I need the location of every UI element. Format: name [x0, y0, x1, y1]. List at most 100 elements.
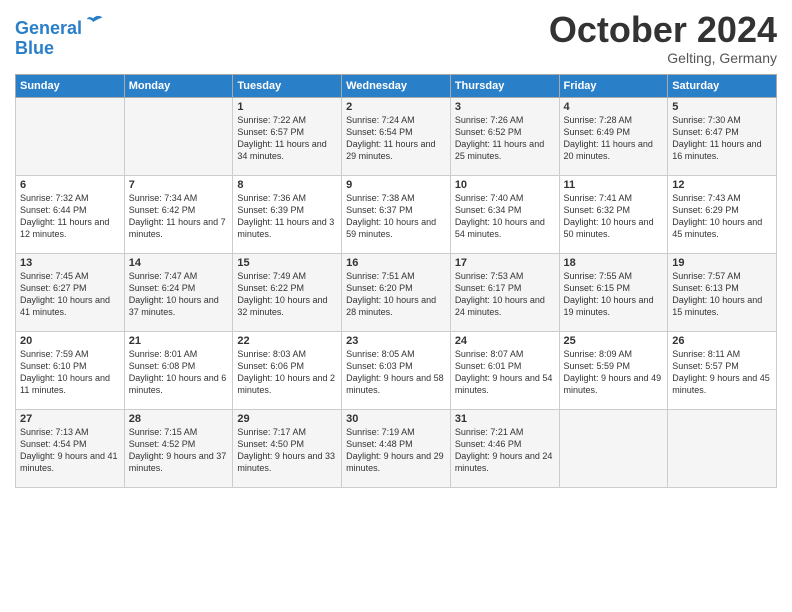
day-number: 5: [672, 101, 772, 113]
week-row-1: 6Sunrise: 7:32 AM Sunset: 6:44 PM Daylig…: [16, 175, 777, 253]
day-number: 30: [346, 413, 446, 425]
day-number: 28: [129, 413, 229, 425]
calendar-cell: 23Sunrise: 8:05 AM Sunset: 6:03 PM Dayli…: [342, 331, 451, 409]
calendar-cell: 26Sunrise: 8:11 AM Sunset: 5:57 PM Dayli…: [668, 331, 777, 409]
week-row-2: 13Sunrise: 7:45 AM Sunset: 6:27 PM Dayli…: [16, 253, 777, 331]
calendar-cell: 15Sunrise: 7:49 AM Sunset: 6:22 PM Dayli…: [233, 253, 342, 331]
header-row: Sunday Monday Tuesday Wednesday Thursday…: [16, 74, 777, 97]
calendar-cell: [668, 409, 777, 487]
calendar-cell: 18Sunrise: 7:55 AM Sunset: 6:15 PM Dayli…: [559, 253, 668, 331]
day-info: Sunrise: 8:09 AM Sunset: 5:59 PM Dayligh…: [564, 348, 664, 397]
col-saturday: Saturday: [668, 74, 777, 97]
day-number: 22: [237, 335, 337, 347]
calendar-cell: 28Sunrise: 7:15 AM Sunset: 4:52 PM Dayli…: [124, 409, 233, 487]
day-info: Sunrise: 7:32 AM Sunset: 6:44 PM Dayligh…: [20, 192, 120, 241]
calendar-cell: 5Sunrise: 7:30 AM Sunset: 6:47 PM Daylig…: [668, 97, 777, 175]
week-row-4: 27Sunrise: 7:13 AM Sunset: 4:54 PM Dayli…: [16, 409, 777, 487]
logo: General Blue: [15, 14, 106, 59]
logo-bird-icon: [84, 12, 106, 34]
day-number: 25: [564, 335, 664, 347]
day-info: Sunrise: 7:51 AM Sunset: 6:20 PM Dayligh…: [346, 270, 446, 319]
calendar-cell: 11Sunrise: 7:41 AM Sunset: 6:32 PM Dayli…: [559, 175, 668, 253]
day-info: Sunrise: 8:01 AM Sunset: 6:08 PM Dayligh…: [129, 348, 229, 397]
day-number: 13: [20, 257, 120, 269]
calendar-cell: 10Sunrise: 7:40 AM Sunset: 6:34 PM Dayli…: [450, 175, 559, 253]
page: General Blue October 2024 Gelting, Germa…: [0, 0, 792, 612]
day-info: Sunrise: 7:30 AM Sunset: 6:47 PM Dayligh…: [672, 114, 772, 163]
day-number: 10: [455, 179, 555, 191]
day-info: Sunrise: 8:03 AM Sunset: 6:06 PM Dayligh…: [237, 348, 337, 397]
day-info: Sunrise: 7:45 AM Sunset: 6:27 PM Dayligh…: [20, 270, 120, 319]
day-number: 23: [346, 335, 446, 347]
col-tuesday: Tuesday: [233, 74, 342, 97]
calendar-cell: 31Sunrise: 7:21 AM Sunset: 4:46 PM Dayli…: [450, 409, 559, 487]
day-number: 21: [129, 335, 229, 347]
day-info: Sunrise: 7:13 AM Sunset: 4:54 PM Dayligh…: [20, 426, 120, 475]
week-row-0: 1Sunrise: 7:22 AM Sunset: 6:57 PM Daylig…: [16, 97, 777, 175]
day-info: Sunrise: 7:40 AM Sunset: 6:34 PM Dayligh…: [455, 192, 555, 241]
day-info: Sunrise: 7:26 AM Sunset: 6:52 PM Dayligh…: [455, 114, 555, 163]
calendar-cell: [16, 97, 125, 175]
location-subtitle: Gelting, Germany: [549, 50, 777, 66]
calendar-cell: 8Sunrise: 7:36 AM Sunset: 6:39 PM Daylig…: [233, 175, 342, 253]
calendar-cell: 25Sunrise: 8:09 AM Sunset: 5:59 PM Dayli…: [559, 331, 668, 409]
day-number: 24: [455, 335, 555, 347]
day-number: 16: [346, 257, 446, 269]
day-number: 26: [672, 335, 772, 347]
day-number: 15: [237, 257, 337, 269]
calendar-cell: 14Sunrise: 7:47 AM Sunset: 6:24 PM Dayli…: [124, 253, 233, 331]
calendar-cell: 22Sunrise: 8:03 AM Sunset: 6:06 PM Dayli…: [233, 331, 342, 409]
calendar-cell: 16Sunrise: 7:51 AM Sunset: 6:20 PM Dayli…: [342, 253, 451, 331]
day-info: Sunrise: 8:05 AM Sunset: 6:03 PM Dayligh…: [346, 348, 446, 397]
calendar-cell: 12Sunrise: 7:43 AM Sunset: 6:29 PM Dayli…: [668, 175, 777, 253]
day-info: Sunrise: 7:59 AM Sunset: 6:10 PM Dayligh…: [20, 348, 120, 397]
col-sunday: Sunday: [16, 74, 125, 97]
title-block: October 2024 Gelting, Germany: [549, 10, 777, 66]
day-info: Sunrise: 7:57 AM Sunset: 6:13 PM Dayligh…: [672, 270, 772, 319]
day-number: 27: [20, 413, 120, 425]
calendar-cell: 13Sunrise: 7:45 AM Sunset: 6:27 PM Dayli…: [16, 253, 125, 331]
day-number: 4: [564, 101, 664, 113]
day-number: 31: [455, 413, 555, 425]
day-info: Sunrise: 7:28 AM Sunset: 6:49 PM Dayligh…: [564, 114, 664, 163]
calendar-cell: [559, 409, 668, 487]
day-info: Sunrise: 8:11 AM Sunset: 5:57 PM Dayligh…: [672, 348, 772, 397]
day-number: 17: [455, 257, 555, 269]
calendar-cell: 20Sunrise: 7:59 AM Sunset: 6:10 PM Dayli…: [16, 331, 125, 409]
day-info: Sunrise: 7:34 AM Sunset: 6:42 PM Dayligh…: [129, 192, 229, 241]
col-friday: Friday: [559, 74, 668, 97]
day-info: Sunrise: 7:38 AM Sunset: 6:37 PM Dayligh…: [346, 192, 446, 241]
calendar-cell: 4Sunrise: 7:28 AM Sunset: 6:49 PM Daylig…: [559, 97, 668, 175]
day-info: Sunrise: 7:15 AM Sunset: 4:52 PM Dayligh…: [129, 426, 229, 475]
calendar-cell: 6Sunrise: 7:32 AM Sunset: 6:44 PM Daylig…: [16, 175, 125, 253]
calendar-cell: 9Sunrise: 7:38 AM Sunset: 6:37 PM Daylig…: [342, 175, 451, 253]
day-number: 12: [672, 179, 772, 191]
day-number: 9: [346, 179, 446, 191]
day-number: 7: [129, 179, 229, 191]
calendar-cell: 29Sunrise: 7:17 AM Sunset: 4:50 PM Dayli…: [233, 409, 342, 487]
logo-general: General: [15, 18, 82, 38]
calendar-cell: 30Sunrise: 7:19 AM Sunset: 4:48 PM Dayli…: [342, 409, 451, 487]
week-row-3: 20Sunrise: 7:59 AM Sunset: 6:10 PM Dayli…: [16, 331, 777, 409]
header: General Blue October 2024 Gelting, Germa…: [15, 10, 777, 66]
calendar-cell: 19Sunrise: 7:57 AM Sunset: 6:13 PM Dayli…: [668, 253, 777, 331]
col-wednesday: Wednesday: [342, 74, 451, 97]
logo-text: General: [15, 14, 106, 39]
day-number: 8: [237, 179, 337, 191]
day-number: 11: [564, 179, 664, 191]
day-number: 1: [237, 101, 337, 113]
day-info: Sunrise: 7:53 AM Sunset: 6:17 PM Dayligh…: [455, 270, 555, 319]
day-number: 20: [20, 335, 120, 347]
calendar-cell: 1Sunrise: 7:22 AM Sunset: 6:57 PM Daylig…: [233, 97, 342, 175]
calendar-cell: 21Sunrise: 8:01 AM Sunset: 6:08 PM Dayli…: [124, 331, 233, 409]
day-number: 14: [129, 257, 229, 269]
calendar-cell: [124, 97, 233, 175]
day-info: Sunrise: 7:47 AM Sunset: 6:24 PM Dayligh…: [129, 270, 229, 319]
col-thursday: Thursday: [450, 74, 559, 97]
day-number: 29: [237, 413, 337, 425]
day-info: Sunrise: 7:24 AM Sunset: 6:54 PM Dayligh…: [346, 114, 446, 163]
col-monday: Monday: [124, 74, 233, 97]
month-title: October 2024: [549, 10, 777, 50]
calendar-table: Sunday Monday Tuesday Wednesday Thursday…: [15, 74, 777, 488]
calendar-cell: 7Sunrise: 7:34 AM Sunset: 6:42 PM Daylig…: [124, 175, 233, 253]
